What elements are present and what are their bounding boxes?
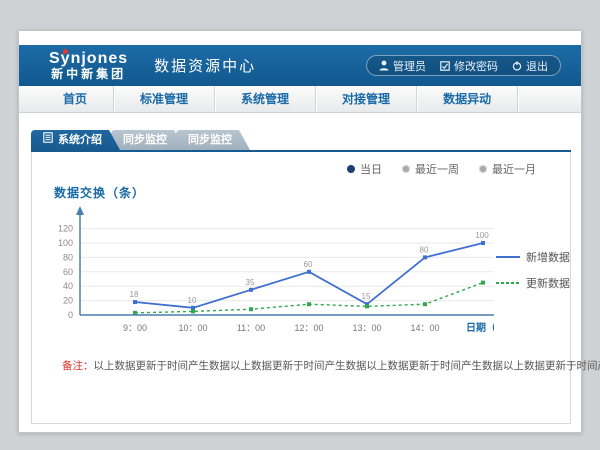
edit-icon: [440, 61, 450, 71]
data-point: [481, 241, 485, 245]
point-label: 100: [475, 231, 489, 240]
nav-item-data-change[interactable]: 数据异动: [417, 86, 518, 112]
point-label: 80: [420, 245, 429, 254]
radio-dot: [347, 165, 355, 173]
y-tick-label: 60: [63, 267, 73, 277]
footnote-text: 以上数据更新于时间产生数据以上数据更新于时间产生数据以上数据更新于时间产生数据以…: [94, 360, 600, 372]
y-tick-label: 120: [58, 224, 73, 234]
tab-label: 同步监控: [188, 130, 232, 150]
tab-label: 系统介绍: [58, 130, 102, 150]
y-axis-title: 数据交换（条）: [54, 184, 570, 201]
nav-item-home[interactable]: 首页: [37, 86, 114, 112]
data-point: [133, 311, 137, 315]
data-point: [365, 304, 369, 308]
nav-item-standard-mgmt[interactable]: 标准管理: [114, 86, 215, 112]
logo: Synjones 新中新集团: [49, 51, 128, 80]
y-tick-label: 100: [58, 238, 73, 248]
data-point: [191, 309, 195, 313]
logout-button[interactable]: 退出: [512, 58, 548, 74]
tab-bar: 系统介绍 同步监控 同步监控: [31, 130, 571, 150]
x-tick-label: 14：00: [410, 323, 439, 333]
logout-label: 退出: [526, 58, 548, 74]
y-axis-arrow: [76, 206, 84, 215]
x-tick-label: 10：00: [178, 323, 207, 333]
document-icon: [43, 130, 53, 150]
app-window: Synjones 新中新集团 数据资源中心 管理员 修改密码 退出: [18, 30, 582, 433]
main-nav: 首页 标准管理 系统管理 对接管理 数据异动: [19, 86, 581, 113]
data-point: [423, 302, 427, 306]
user-toolbar: 管理员 修改密码 退出: [366, 55, 561, 76]
data-point: [249, 288, 253, 292]
header: Synjones 新中新集团 数据资源中心 管理员 修改密码 退出: [19, 45, 581, 86]
nav-item-system-mgmt[interactable]: 系统管理: [215, 86, 316, 112]
radio-dot: [479, 165, 487, 173]
x-axis-title: 日期（小时）: [466, 321, 494, 334]
footnote-prefix: 备注：: [62, 360, 94, 372]
change-password-label: 修改密码: [454, 58, 498, 74]
chart-row: 0 20 40 60 80 100 120 18 10 35 60 15 80 100 9：00 10：00 1…: [50, 203, 570, 348]
tab-label: 同步监控: [123, 130, 167, 150]
x-tick-label: 13：00: [352, 323, 381, 333]
filter-today[interactable]: 当日: [347, 161, 382, 177]
legend-label: 更新数据: [526, 275, 570, 291]
page-title: 数据资源中心: [154, 55, 256, 76]
legend-line-dashed-icon: [496, 280, 520, 286]
chart-panel: 当日 最近一周 最近一月 数据交换（条） 0 20 40 60 80 100 120 18 10…: [31, 152, 571, 424]
x-tick-label: 12：00: [294, 323, 323, 333]
point-label: 60: [304, 260, 313, 269]
point-label: 15: [362, 292, 371, 301]
logo-subtext: 新中新集团: [49, 68, 128, 81]
data-point: [133, 300, 137, 304]
line-chart: 0 20 40 60 80 100 120 18 10 35 60 15 80 100 9：00 10：00 1…: [50, 203, 494, 348]
footnote: 备注：以上数据更新于时间产生数据以上数据更新于时间产生数据以上数据更新于时间产生…: [32, 358, 570, 373]
data-point: [307, 270, 311, 274]
logo-text: Synjones: [49, 51, 128, 68]
radio-dot: [402, 165, 410, 173]
logo-accent-dot: [63, 49, 68, 54]
filter-last-week[interactable]: 最近一周: [402, 161, 459, 177]
nav-item-connect-mgmt[interactable]: 对接管理: [316, 86, 417, 112]
content-area: 系统介绍 同步监控 同步监控 当日 最近一周: [31, 130, 571, 424]
y-tick-label: 80: [63, 252, 73, 262]
chart-legend: 新增数据 更新数据: [496, 249, 570, 301]
x-tick-label: 9：00: [123, 323, 147, 333]
y-tick-label: 0: [68, 310, 73, 320]
tab-system-intro[interactable]: 系统介绍: [31, 130, 120, 150]
legend-item-new-data: 新增数据: [496, 249, 570, 265]
filter-label: 当日: [360, 161, 382, 177]
time-range-filters: 当日 最近一周 最近一月: [32, 152, 570, 177]
admin-label: 管理员: [393, 58, 426, 74]
legend-item-update-data: 更新数据: [496, 275, 570, 291]
user-icon: [379, 60, 389, 71]
point-label: 35: [246, 278, 255, 287]
tab-sync-monitor-1[interactable]: 同步监控: [111, 130, 185, 150]
data-point: [307, 302, 311, 306]
filter-label: 最近一周: [415, 161, 459, 177]
data-point: [481, 281, 485, 285]
filter-label: 最近一月: [492, 161, 536, 177]
data-point: [423, 255, 427, 259]
admin-user[interactable]: 管理员: [379, 58, 426, 74]
data-point: [191, 306, 195, 310]
point-label: 10: [188, 296, 197, 305]
change-password-button[interactable]: 修改密码: [440, 58, 498, 74]
x-tick-label: 11：00: [237, 323, 265, 333]
filter-last-month[interactable]: 最近一月: [479, 161, 536, 177]
legend-line-solid-icon: [496, 254, 520, 260]
tab-sync-monitor-2[interactable]: 同步监控: [176, 130, 250, 150]
point-label: 18: [130, 290, 139, 299]
y-tick-label: 20: [63, 296, 73, 306]
y-tick-label: 40: [63, 281, 73, 291]
power-icon: [512, 61, 522, 71]
data-point: [249, 307, 253, 311]
legend-label: 新增数据: [526, 249, 570, 265]
